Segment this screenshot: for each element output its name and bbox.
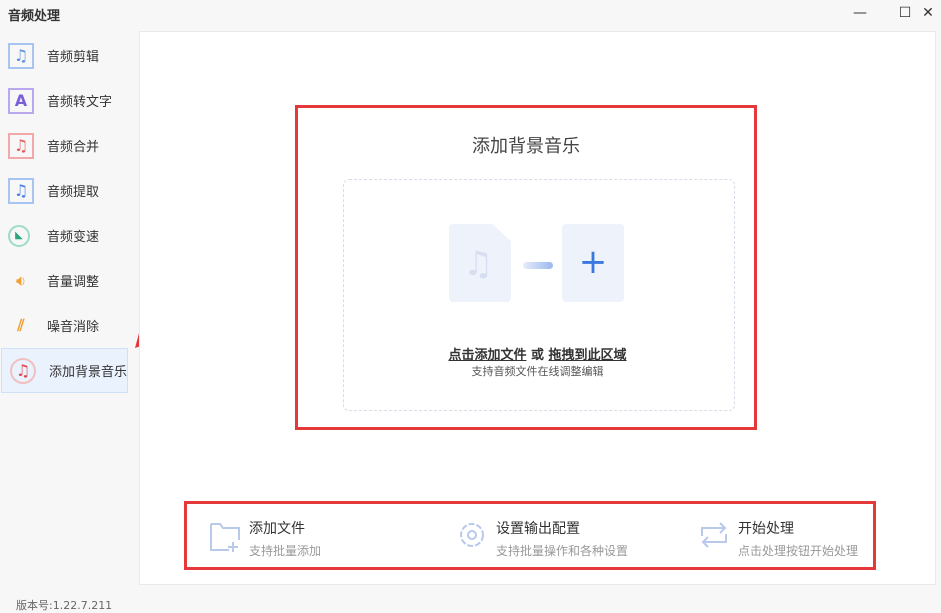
output-settings-action[interactable]: 设置输出配置支持批量操作和各种设置 bbox=[456, 518, 628, 559]
action-subtitle: 支持批量操作和各种设置 bbox=[496, 542, 628, 559]
or-text: 或 bbox=[531, 348, 544, 363]
drag-here-text: 拖拽到此区域 bbox=[549, 348, 627, 363]
audio-file-icon: ♫ bbox=[449, 224, 511, 302]
action-subtitle: 点击处理按钮开始处理 bbox=[738, 542, 858, 559]
window-title: 音频处理 bbox=[8, 5, 60, 24]
add-file-action[interactable]: 添加文件支持批量添加 bbox=[209, 518, 321, 559]
action-title: 开始处理 bbox=[738, 518, 858, 538]
sidebar-item-label: 音频变速 bbox=[47, 226, 99, 245]
sidebar-item-label: 音频转文字 bbox=[47, 91, 112, 110]
sidebar-item-audio-to-text[interactable]: A 音频转文字 bbox=[0, 78, 130, 123]
sidebar-item-audio-extract[interactable]: ♫ 音频提取 bbox=[0, 168, 130, 213]
action-title: 添加文件 bbox=[249, 518, 321, 538]
audio-to-text-icon: A bbox=[8, 88, 34, 114]
audio-extract-icon: ♫ bbox=[8, 178, 34, 204]
minimize-button[interactable]: — bbox=[848, 2, 872, 24]
close-button[interactable]: ✕ bbox=[916, 2, 940, 24]
sidebar-item-label: 音频剪辑 bbox=[47, 46, 99, 65]
sidebar-item-label: 噪音消除 bbox=[47, 316, 99, 335]
repeat-icon bbox=[698, 518, 730, 552]
sidebar-item-label: 音量调整 bbox=[47, 271, 99, 290]
action-subtitle: 支持批量添加 bbox=[249, 542, 321, 559]
volume-icon: 🔉︎ bbox=[8, 268, 34, 294]
action-title: 设置输出配置 bbox=[496, 518, 628, 538]
sidebar-item-audio-speed[interactable]: ◣ 音频变速 bbox=[0, 213, 130, 258]
speed-icon: ◣ bbox=[8, 225, 30, 247]
plus-icon[interactable]: + bbox=[562, 224, 624, 302]
sidebar: ♫ 音频剪辑 A 音频转文字 ♫ 音频合并 ♫ 音频提取 ◣ 音频变速 🔉︎ 音量调整 ⫽ 噪… bbox=[0, 33, 130, 393]
audio-merge-icon: ♫ bbox=[8, 133, 34, 159]
sidebar-item-audio-merge[interactable]: ♫ 音频合并 bbox=[0, 123, 130, 168]
version-label: 版本号:1.22.7.211 bbox=[16, 597, 112, 613]
page-title: 添加背景音乐 bbox=[296, 132, 756, 158]
sidebar-item-audio-cut[interactable]: ♫ 音频剪辑 bbox=[0, 33, 130, 78]
noise-icon: ⫽ bbox=[8, 313, 34, 339]
gear-icon bbox=[456, 518, 488, 552]
folder-add-icon bbox=[209, 518, 241, 552]
sidebar-item-label: 音频合并 bbox=[47, 136, 99, 155]
start-process-action[interactable]: 开始处理点击处理按钮开始处理 bbox=[698, 518, 858, 559]
click-add-file-link[interactable]: 点击添加文件 bbox=[448, 348, 526, 363]
sidebar-item-noise[interactable]: ⫽ 噪音消除 bbox=[0, 303, 130, 348]
sidebar-item-volume[interactable]: 🔉︎ 音量调整 bbox=[0, 258, 130, 303]
audio-cut-icon: ♫ bbox=[8, 43, 34, 69]
hint-text: 支持音频文件在线调整编辑 bbox=[0, 363, 941, 379]
connector-icon bbox=[523, 262, 553, 269]
maximize-button[interactable]: ☐ bbox=[893, 2, 917, 24]
sidebar-item-label: 音频提取 bbox=[47, 181, 99, 200]
